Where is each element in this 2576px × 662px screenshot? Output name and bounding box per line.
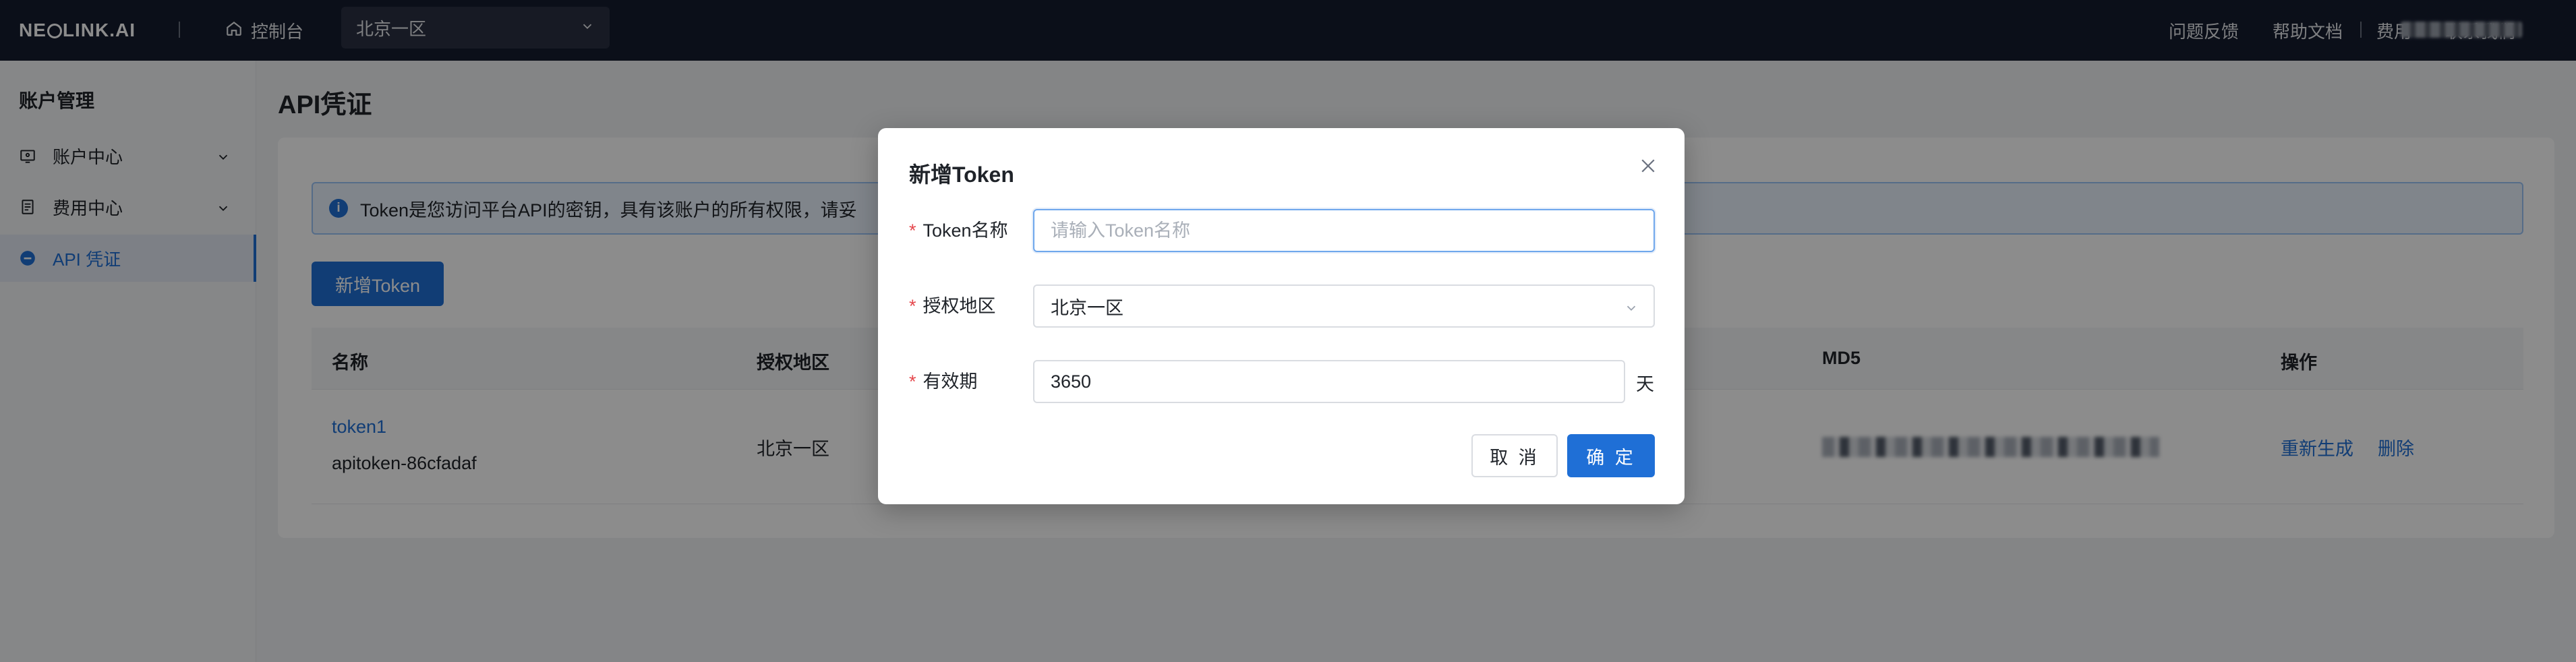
validity-unit: 天 xyxy=(1636,374,1654,394)
validity-label: * 有效期 xyxy=(909,371,978,392)
token-name-field[interactable] xyxy=(1033,209,1655,252)
validity-field[interactable] xyxy=(1033,360,1625,403)
chevron-down-icon xyxy=(1624,299,1639,320)
cancel-button[interactable]: 取 消 xyxy=(1471,434,1558,477)
region-select[interactable]: 北京一区 xyxy=(1033,284,1655,328)
token-name-input[interactable] xyxy=(1051,220,1637,241)
region-label: * 授权地区 xyxy=(909,296,996,316)
region-select-value: 北京一区 xyxy=(1051,297,1123,318)
validity-input[interactable] xyxy=(1051,371,1608,392)
dialog-title: 新增Token xyxy=(909,162,1014,187)
close-icon[interactable] xyxy=(1636,154,1660,178)
confirm-button[interactable]: 确 定 xyxy=(1567,434,1655,477)
token-name-label: * Token名称 xyxy=(909,220,1008,241)
add-token-dialog: 新增Token *Token名称 *授权地区 北京一区 *有效期 天 取 消 确… xyxy=(878,128,1685,504)
